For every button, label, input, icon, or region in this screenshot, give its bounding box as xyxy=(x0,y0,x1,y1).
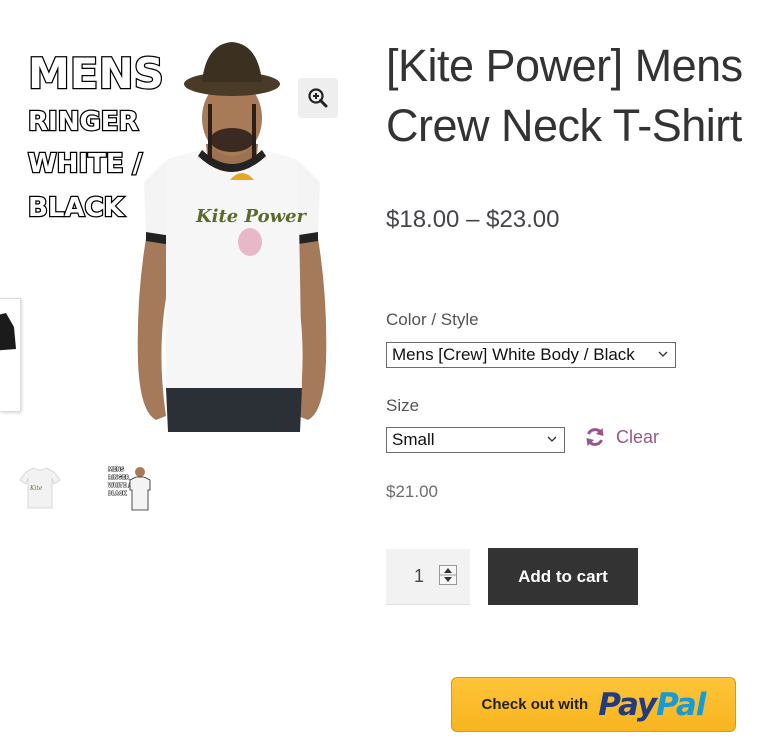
refresh-icon xyxy=(586,428,604,446)
svg-text:Kite: Kite xyxy=(29,485,43,492)
quantity-value: 1 xyxy=(413,566,424,586)
gallery-thumbnail-1[interactable]: Kite xyxy=(16,464,64,512)
svg-text:RINGER: RINGER xyxy=(108,475,129,481)
white-tshirt-thumbnail-icon: Kite xyxy=(19,467,61,509)
size-select[interactable]: Small xyxy=(386,427,565,453)
color-style-select[interactable]: Mens [Crew] White Body / Black xyxy=(386,342,676,368)
size-label: Size xyxy=(386,396,420,415)
svg-text:WHITE /: WHITE / xyxy=(28,149,143,179)
quantity-stepper[interactable]: 1 xyxy=(386,549,470,605)
variation-price: $21.00 xyxy=(386,482,438,501)
gallery-thumbnail-2[interactable]: MENS RINGER WHITE / BLACK xyxy=(106,464,154,512)
product-price-range: $18.00 – $23.00 xyxy=(386,206,560,233)
clear-variations-link[interactable]: Clear xyxy=(584,426,659,448)
previous-slide-peek[interactable] xyxy=(0,298,21,412)
chevron-down-icon xyxy=(547,436,557,442)
up-down-arrows-icon xyxy=(440,568,456,582)
paypal-checkout-button[interactable]: Check out with Pay Pal xyxy=(451,677,736,732)
chevron-down-icon xyxy=(658,351,668,357)
svg-text:MENS: MENS xyxy=(108,467,125,473)
clear-label: Clear xyxy=(616,426,660,447)
tshirt-thumbnail-icon xyxy=(0,313,16,351)
shirt-print-text: Kite Power xyxy=(195,206,308,227)
svg-text:BLACK: BLACK xyxy=(108,491,128,497)
paypal-logo-pal: Pal xyxy=(656,686,706,723)
ringer-tshirt-thumbnail-icon: MENS RINGER WHITE / BLACK xyxy=(108,467,151,511)
svg-text:WHITE /: WHITE / xyxy=(108,483,130,489)
svg-text:RINGER: RINGER xyxy=(28,107,139,137)
product-main-image[interactable]: Kite Power MENS RINGER WHITE / BLACK xyxy=(16,32,340,432)
zoom-in-magnifier-icon xyxy=(308,88,328,108)
ringer-tshirt-model-image: Kite Power MENS RINGER WHITE / BLACK xyxy=(27,42,327,432)
zoom-button[interactable] xyxy=(298,78,338,118)
paypal-prefix-text: Check out with xyxy=(481,696,589,713)
product-title: [Kite Power] Mens Crew Neck T-Shirt xyxy=(386,40,743,151)
color-style-selected-value: Mens [Crew] White Body / Black xyxy=(392,345,635,364)
svg-text:BLACK: BLACK xyxy=(28,193,125,223)
paypal-logo-pay: Pay xyxy=(598,686,657,723)
add-to-cart-button[interactable]: Add to cart xyxy=(488,548,638,605)
quantity-spinner[interactable] xyxy=(439,565,457,585)
size-selected-value: Small xyxy=(392,430,435,449)
color-style-label: Color / Style xyxy=(386,310,479,329)
svg-text:MENS: MENS xyxy=(28,49,164,98)
